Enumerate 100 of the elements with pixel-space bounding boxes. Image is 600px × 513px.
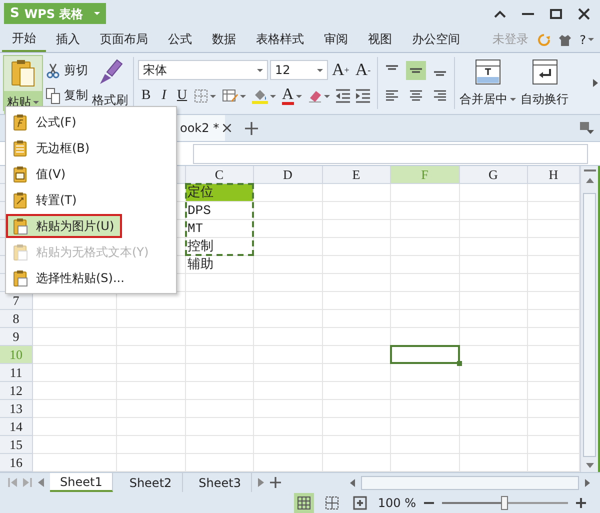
side-panel-handle[interactable] xyxy=(598,166,600,472)
menu-tab[interactable]: 页面布局 xyxy=(90,28,158,52)
table-cell xyxy=(322,184,391,202)
table-cell xyxy=(254,202,322,220)
clipboard-icon xyxy=(13,114,28,130)
zoom-slider[interactable] xyxy=(442,496,568,510)
table-cell xyxy=(117,418,186,436)
scroll-right-icon[interactable] xyxy=(593,79,598,88)
shirt-icon[interactable] xyxy=(558,34,571,46)
formula-input[interactable] xyxy=(193,144,588,164)
merge-center-button[interactable]: 合并居中 xyxy=(458,58,517,108)
decrease-font-size-button[interactable]: A$^{-}$ xyxy=(353,60,373,80)
row-header[interactable]: 12 xyxy=(0,382,33,400)
menu-tab[interactable]: 数据 xyxy=(202,28,246,52)
table-cell xyxy=(254,436,322,454)
table-cell xyxy=(391,292,460,310)
table-cell xyxy=(460,274,528,292)
zoom-level: 100 % xyxy=(378,496,416,510)
menu-tab[interactable]: 办公空间 xyxy=(402,28,470,52)
zoom-out-icon[interactable] xyxy=(424,502,434,504)
menu-tab[interactable]: 公式 xyxy=(158,28,202,52)
next-sheet-icon[interactable] xyxy=(258,478,264,488)
zoom-in-icon[interactable] xyxy=(576,498,586,508)
font-size-dropdown[interactable]: 12 xyxy=(270,60,328,80)
row-header[interactable]: 8 xyxy=(0,310,33,328)
help-button[interactable]: ? xyxy=(580,32,594,47)
new-tab-icon[interactable] xyxy=(245,122,258,135)
italic-button[interactable]: I xyxy=(156,86,172,106)
table-cell xyxy=(254,346,322,364)
column-header[interactable]: E xyxy=(322,166,391,184)
close-icon[interactable] xyxy=(578,8,590,20)
table-cell xyxy=(322,364,391,382)
menu-tab[interactable]: 审阅 xyxy=(314,28,358,52)
sheet-tab[interactable]: Sheet1 xyxy=(50,473,114,492)
caret-icon xyxy=(510,98,516,101)
collapse-ribbon-icon[interactable] xyxy=(494,10,506,18)
scrollbar-thumb[interactable] xyxy=(583,193,596,458)
selected-cell-frame xyxy=(390,345,460,364)
clipboard-icon xyxy=(13,140,28,156)
slider-thumb[interactable] xyxy=(501,496,508,510)
font-color-button[interactable]: A xyxy=(280,86,304,106)
column-header[interactable]: G xyxy=(460,166,528,184)
increase-indent-icon[interactable] xyxy=(356,89,370,104)
copy-button[interactable]: 复制 xyxy=(46,87,88,104)
pane-menu-icon[interactable] xyxy=(580,122,594,134)
close-icon[interactable] xyxy=(223,124,232,132)
table-cell xyxy=(322,310,391,328)
row-header[interactable]: 7 xyxy=(0,292,33,310)
row-header[interactable]: 16 xyxy=(0,454,33,472)
caret-icon xyxy=(94,12,100,16)
row-header[interactable]: 9 xyxy=(0,328,33,346)
cut-button[interactable]: 剪切 xyxy=(46,62,88,80)
row-header[interactable]: 15 xyxy=(0,436,33,454)
menu-tab[interactable]: 插入 xyxy=(46,28,90,52)
scroll-down-icon[interactable] xyxy=(586,463,594,468)
menu-item[interactable]: 选择性粘贴(S)... xyxy=(6,266,176,290)
menu-item[interactable]: 值(V) xyxy=(6,162,176,186)
column-header[interactable]: D xyxy=(254,166,322,184)
table-cell xyxy=(186,382,254,400)
table-cell xyxy=(391,400,460,418)
wrap-text-button[interactable]: 自动换行 xyxy=(520,58,570,108)
row-header[interactable]: 11 xyxy=(0,364,33,382)
clipboard-icon xyxy=(13,166,28,182)
column-header[interactable]: H xyxy=(528,166,580,184)
table-cell xyxy=(322,418,391,436)
maximize-icon[interactable] xyxy=(550,8,562,19)
font-name-dropdown[interactable]: 宋体 xyxy=(138,60,268,80)
document-tab[interactable]: ook2 * xyxy=(176,115,226,142)
table-cell xyxy=(254,328,322,346)
menu-item[interactable]: 转置(T) xyxy=(6,188,176,212)
align-middle-icon[interactable] xyxy=(406,61,426,80)
table-pencil-icon xyxy=(222,89,238,104)
vertical-scrollbar[interactable] xyxy=(580,166,598,472)
previous-sheet-icon[interactable] xyxy=(38,478,44,488)
underline-button[interactable]: U xyxy=(174,86,190,106)
add-sheet-icon[interactable] xyxy=(270,477,281,488)
menu-item[interactable]: 公式(F) xyxy=(6,110,176,134)
bold-button[interactable]: B xyxy=(138,86,154,106)
menu-item[interactable]: 无边框(B) xyxy=(6,136,176,160)
scroll-up-icon[interactable] xyxy=(586,178,594,184)
table-cell xyxy=(186,418,254,436)
clipboard-icon xyxy=(13,218,28,234)
scroll-right-icon[interactable] xyxy=(585,478,590,487)
increase-font-size-button[interactable]: A$^{+}$ xyxy=(330,60,352,80)
scroll-left-icon[interactable] xyxy=(350,478,355,487)
menu-tab[interactable]: 表格样式 xyxy=(246,28,314,52)
format-painter-button[interactable]: 格式刷 xyxy=(91,58,129,109)
column-header[interactable]: C xyxy=(186,166,254,184)
table-cell xyxy=(322,382,391,400)
row-header[interactable]: 14 xyxy=(0,418,33,436)
page-break-view-icon xyxy=(324,496,339,510)
decrease-indent-icon[interactable] xyxy=(336,89,350,104)
menu-item[interactable]: 粘贴为图片(U) xyxy=(6,214,122,238)
row-header[interactable]: 13 xyxy=(0,400,33,418)
table-cell xyxy=(254,238,322,256)
normal-view-icon xyxy=(296,496,311,510)
table-cell xyxy=(254,364,322,382)
split-handle-icon[interactable] xyxy=(584,169,596,172)
menu-tab[interactable]: 视图 xyxy=(358,28,402,52)
view-mode-button[interactable] xyxy=(294,492,314,513)
